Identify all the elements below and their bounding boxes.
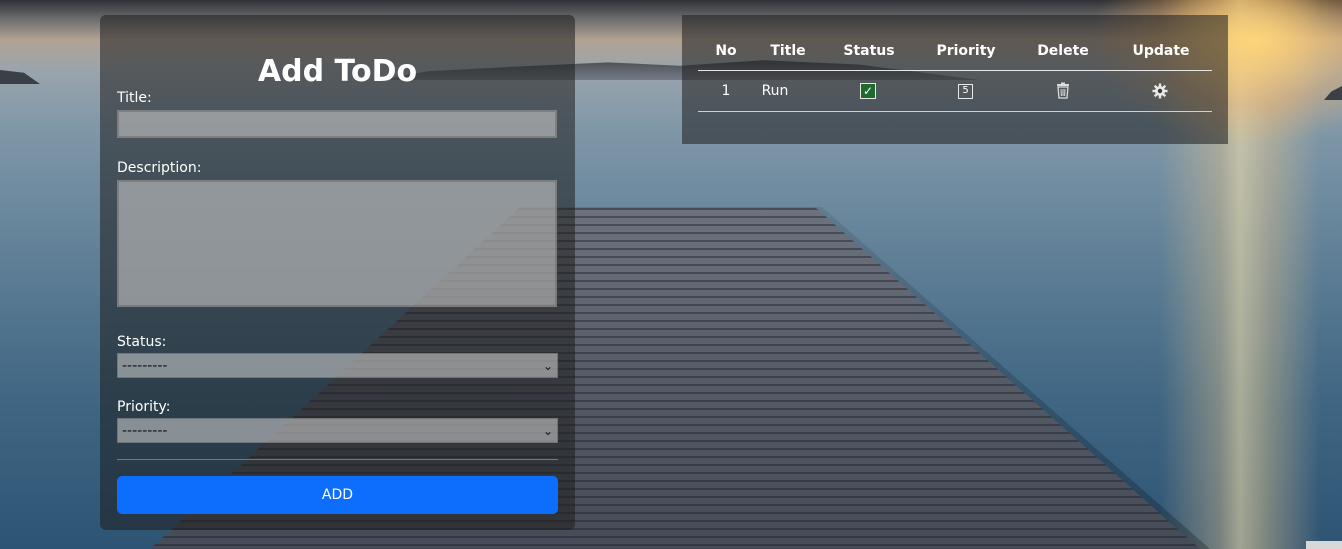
form-divider — [117, 459, 558, 460]
description-label: Description: — [117, 160, 202, 176]
row-no: 1 — [721, 83, 731, 99]
form-title: Add ToDo — [257, 54, 418, 89]
priority-label: Priority: — [117, 399, 171, 415]
gear-icon[interactable] — [1152, 83, 1168, 99]
header-update: Update — [1132, 43, 1190, 59]
add-button[interactable]: ADD — [117, 476, 558, 514]
header-status: Status — [843, 43, 895, 59]
status-label: Status: — [117, 334, 167, 350]
header-no: No — [715, 43, 737, 59]
row-divider — [698, 111, 1212, 112]
status-selected-value: --------- — [122, 357, 168, 374]
background-rock — [1324, 86, 1342, 100]
header-priority: Priority — [936, 43, 996, 59]
header-title: Title — [770, 43, 806, 59]
priority-selected-value: --------- — [122, 422, 168, 439]
title-input[interactable] — [117, 110, 557, 138]
checkbox-checked-icon: ✓ — [860, 83, 876, 99]
background-corner — [1306, 541, 1342, 549]
add-todo-form: Add ToDo Title: Description: Status: ---… — [100, 15, 575, 530]
header-divider — [698, 70, 1212, 71]
todo-table: No Title Status Priority Delete Update 1… — [682, 15, 1228, 144]
chevron-down-icon: ⌄ — [542, 423, 553, 438]
trash-icon[interactable] — [1056, 82, 1070, 99]
priority-badge: 5 — [958, 84, 973, 99]
chevron-down-icon: ⌄ — [542, 358, 553, 373]
priority-select[interactable]: --------- ⌄ — [117, 418, 558, 443]
title-label: Title: — [117, 90, 152, 106]
status-select[interactable]: --------- ⌄ — [117, 353, 558, 378]
description-textarea[interactable] — [117, 180, 557, 307]
row-title: Run — [761, 83, 789, 99]
header-delete: Delete — [1037, 43, 1089, 59]
background-rock — [0, 70, 40, 84]
